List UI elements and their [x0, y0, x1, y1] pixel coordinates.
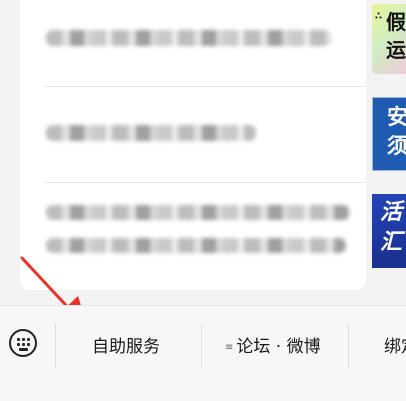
thumbnail-text: 汇: [380, 230, 403, 255]
thumbnail-text: 活: [380, 200, 403, 225]
blurred-headline-line2: [46, 238, 346, 253]
article-thumbnail-2[interactable]: 安 须: [372, 97, 406, 171]
article-list-card: [20, 0, 366, 290]
menu-forum-weibo[interactable]: ≡ 论坛 · 微博: [225, 332, 321, 357]
blurred-headline: [46, 125, 256, 141]
menu-separator: [348, 324, 349, 368]
article-item-2[interactable]: [44, 87, 366, 182]
article-item-1[interactable]: [44, 0, 366, 86]
bottom-menu-bar: 自助服务 ≡论坛 · 微博 绑定: [0, 305, 406, 401]
menu-bind[interactable]: 绑定: [384, 332, 406, 357]
menu-bind-label: 绑定: [384, 337, 406, 357]
thumbnail-text: 安: [387, 105, 406, 129]
keyboard-icon[interactable]: [9, 329, 37, 357]
thumbnail-text: 运: [386, 38, 406, 62]
menu-separator: [55, 324, 56, 368]
blurred-headline: [46, 205, 350, 220]
thumbnail-text: 假: [386, 10, 406, 34]
menu-separator: [201, 324, 202, 368]
article-item-3[interactable]: [44, 183, 366, 283]
thumb-dots-icon: ∴: [375, 11, 382, 22]
menu-self-service[interactable]: 自助服务: [92, 332, 160, 357]
blurred-headline: [46, 30, 332, 46]
article-thumbnail-1[interactable]: ∴ 假 运: [372, 4, 406, 74]
menu-forum-weibo-label: 论坛 · 微博: [236, 337, 321, 357]
article-thumbnail-3[interactable]: 活 汇: [372, 194, 406, 268]
submenu-icon: ≡: [225, 342, 234, 353]
thumbnail-text: 须: [387, 134, 406, 158]
